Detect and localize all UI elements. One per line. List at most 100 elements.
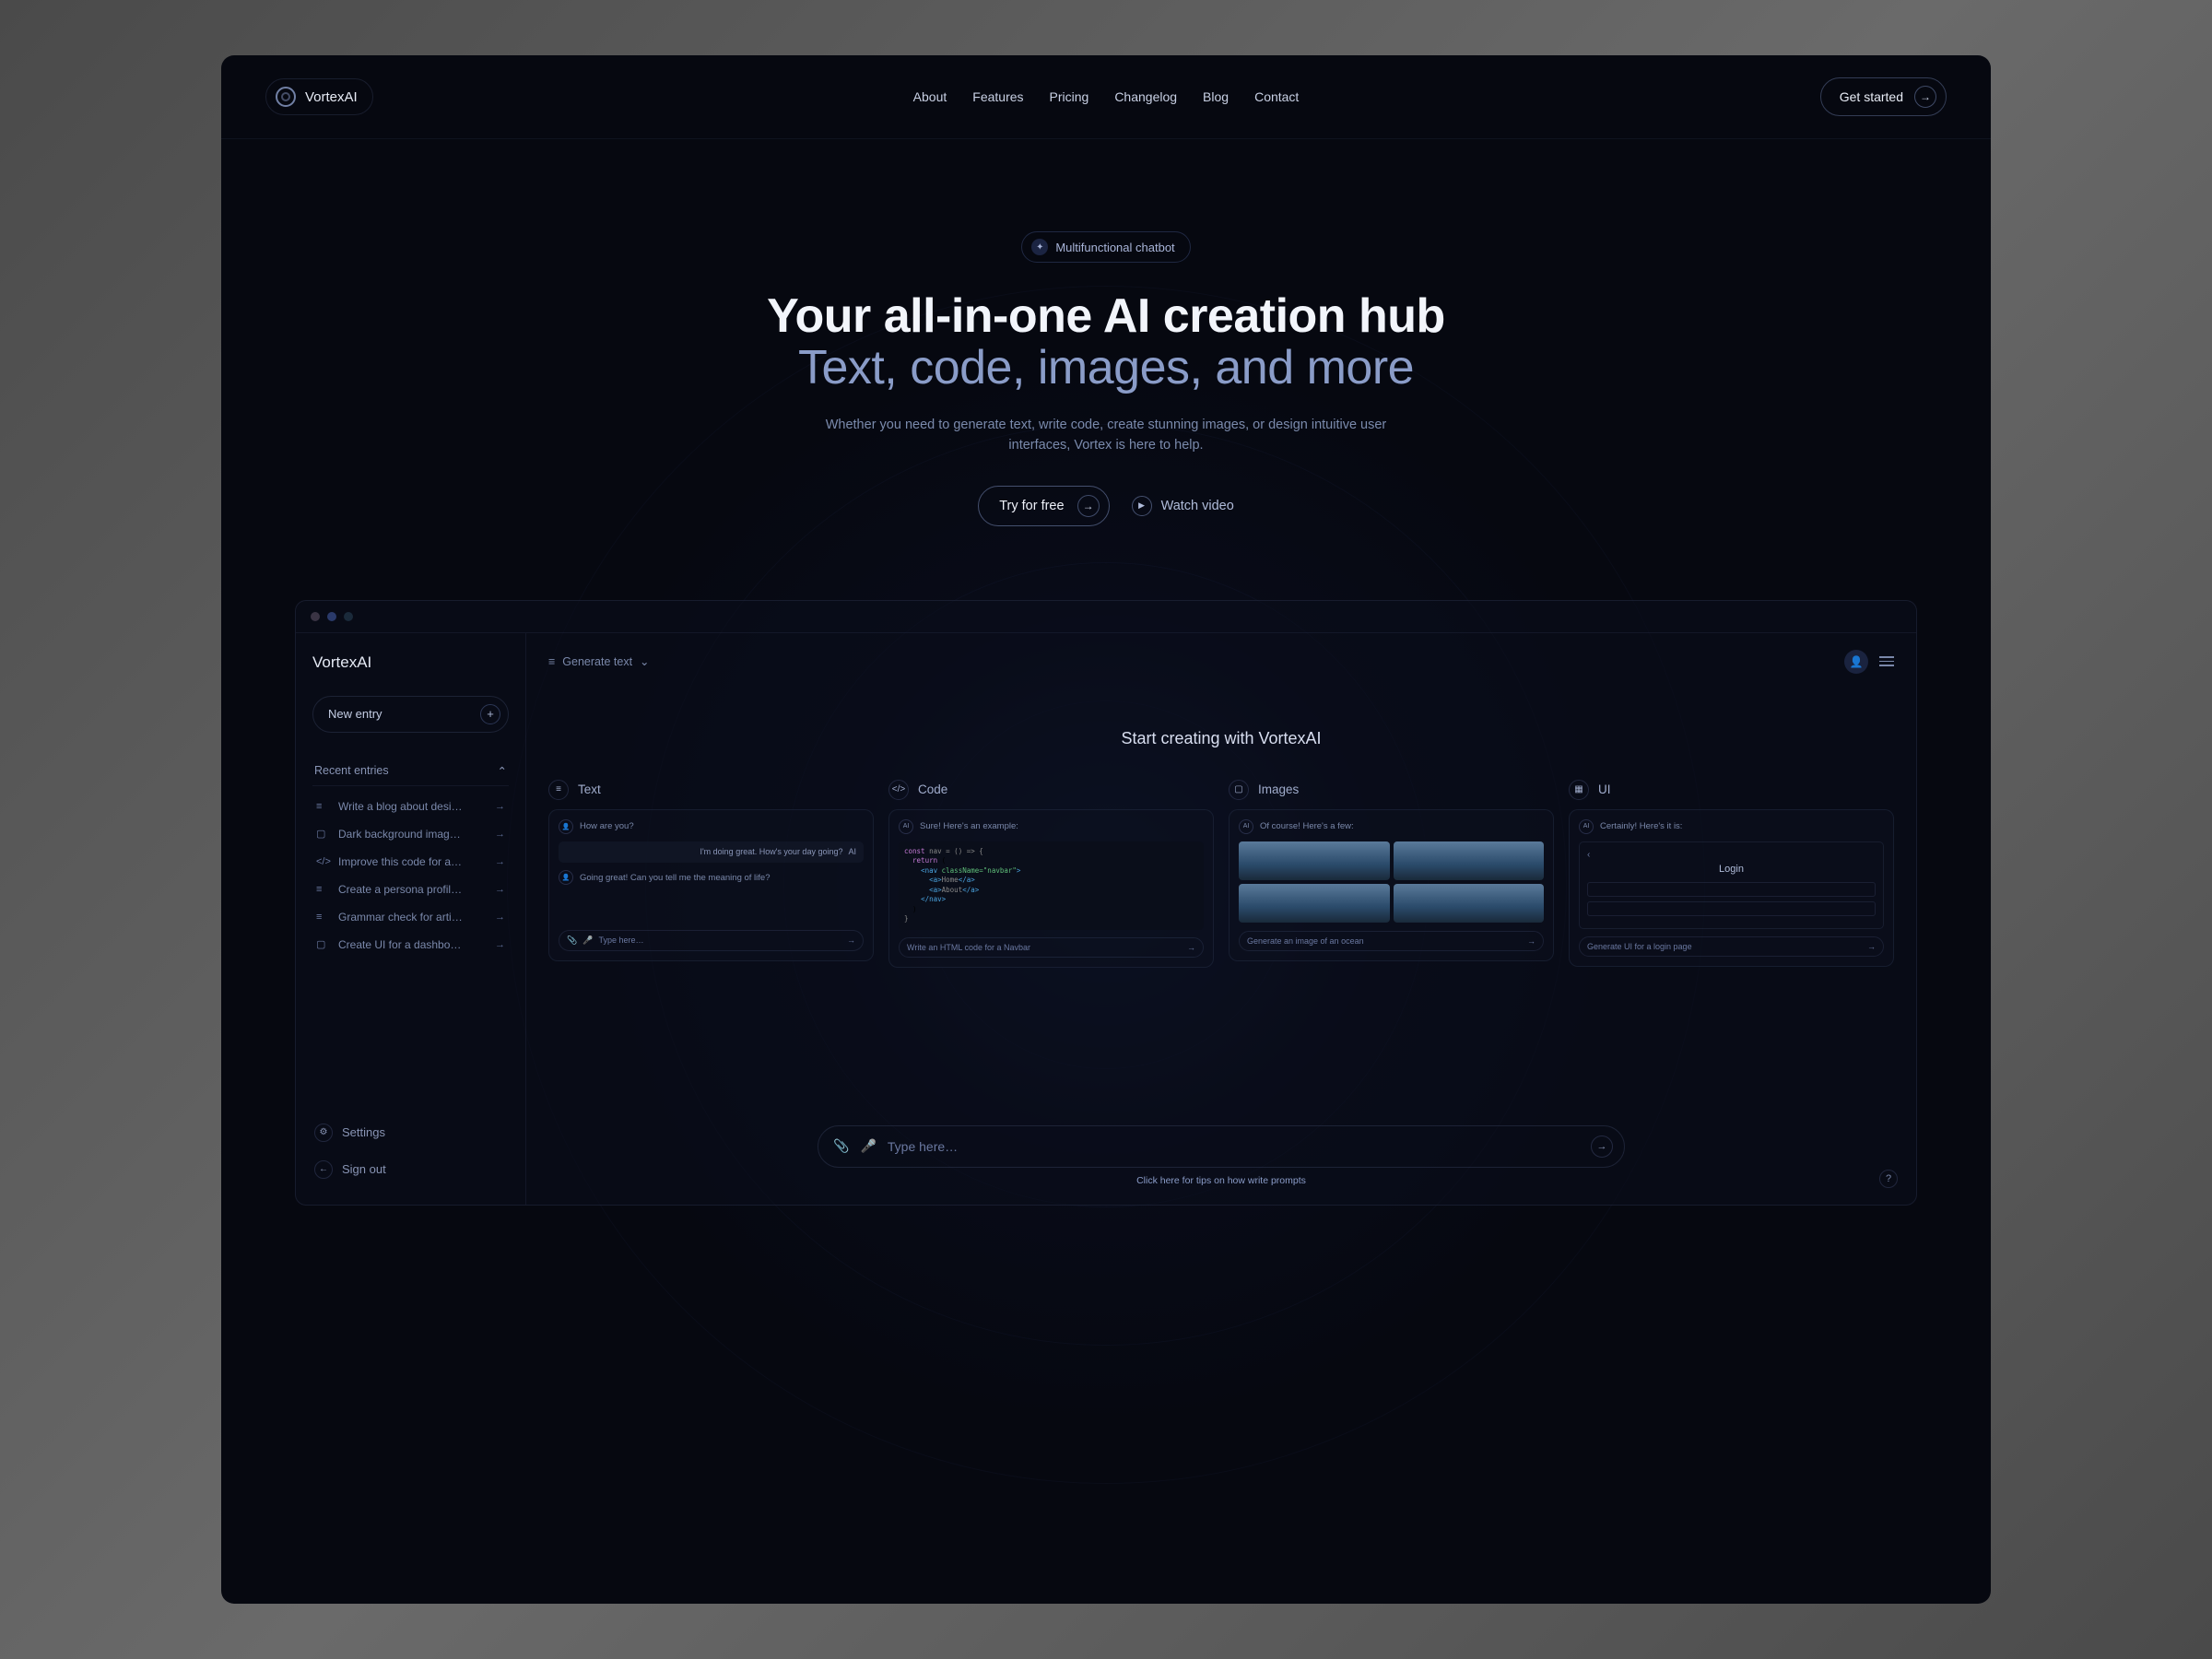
card-input[interactable]: Write an HTML code for a Navbar →: [899, 937, 1204, 958]
prompt-tip: Click here for tips on how write prompts: [548, 1175, 1894, 1186]
back-icon: ‹: [1587, 850, 1876, 860]
watch-video-label: Watch video: [1161, 499, 1234, 513]
try-for-free-button[interactable]: Try for free →: [978, 486, 1109, 526]
images-card[interactable]: AI Of course! Here's a few: Generate an: [1229, 809, 1554, 961]
nav-pricing[interactable]: Pricing: [1050, 89, 1089, 104]
arrow-right-icon: →: [847, 935, 855, 945]
main-panel: ≡ Generate text ⌄ 👤 Start creating with …: [526, 633, 1916, 1205]
code-icon: </>: [316, 856, 329, 867]
recent-entries-label: Recent entries: [314, 764, 389, 777]
main-topbar: ≡ Generate text ⌄ 👤: [548, 650, 1894, 674]
card-input[interactable]: Generate an image of an ocean →: [1239, 931, 1544, 951]
arrow-right-icon: →: [1527, 936, 1535, 946]
entry-item[interactable]: </> Improve this code for a… →: [312, 849, 509, 875]
card-input[interactable]: Generate UI for a login page →: [1579, 936, 1884, 957]
hero-title: Your all-in-one AI creation hub: [258, 288, 1954, 344]
code-card[interactable]: AI Sure! Here's an example: const nav = …: [888, 809, 1214, 968]
mode-label: Generate text: [562, 655, 632, 668]
nav-changelog[interactable]: Changelog: [1114, 89, 1177, 104]
menu-icon[interactable]: [1879, 656, 1894, 666]
brand-badge[interactable]: VortexAI: [265, 78, 373, 115]
arrow-right-icon: →: [1914, 86, 1936, 108]
image-thumb: [1239, 884, 1390, 923]
placeholder: Generate UI for a login page: [1587, 942, 1692, 951]
chat-msg: AI Sure! Here's an example:: [899, 819, 1204, 834]
recent-entries-list: ≡ Write a blog about desi… → ▢ Dark back…: [312, 794, 509, 958]
msg-text: How are you?: [580, 821, 634, 831]
msg-text: I'm doing great. How's your day going?: [700, 847, 842, 858]
mode-selector[interactable]: ≡ Generate text ⌄: [548, 654, 650, 668]
image-thumb: [1239, 841, 1390, 880]
help-button[interactable]: ?: [1879, 1170, 1898, 1188]
image-icon: ▢: [316, 828, 329, 840]
nav-features[interactable]: Features: [972, 89, 1023, 104]
get-started-button[interactable]: Get started →: [1820, 77, 1947, 116]
msg-text: Going great! Can you tell me the meaning…: [580, 873, 770, 883]
mic-icon: 🎤: [860, 1138, 876, 1154]
hero-badge-text: Multifunctional chatbot: [1055, 241, 1174, 254]
settings-button[interactable]: ⚙ Settings: [312, 1118, 509, 1147]
arrow-right-icon: →: [1077, 495, 1100, 517]
code-preview: const nav = () => { return ( <nav classN…: [899, 841, 1204, 930]
field-preview: [1587, 901, 1876, 916]
entry-item[interactable]: ▢ Create UI for a dashbo… →: [312, 932, 509, 958]
entry-label: Dark background imag…: [338, 828, 486, 841]
arrow-right-icon: →: [1867, 942, 1876, 951]
card-title: Images: [1258, 782, 1299, 796]
plus-icon: +: [480, 704, 500, 724]
msg-text: Sure! Here's an example:: [920, 821, 1018, 831]
login-title: Login: [1587, 864, 1876, 875]
text-card[interactable]: 👤 How are you? I'm doing great. How's yo…: [548, 809, 874, 961]
recent-entries-header[interactable]: Recent entries ⌃: [312, 757, 509, 786]
user-avatar-icon: 👤: [559, 870, 573, 885]
arrow-right-icon: →: [1187, 943, 1195, 952]
signout-button[interactable]: ← Sign out: [312, 1155, 509, 1184]
settings-label: Settings: [342, 1125, 385, 1139]
attach-icon: 📎: [567, 935, 577, 946]
entry-item[interactable]: ≡ Write a blog about desi… →: [312, 794, 509, 819]
user-avatar[interactable]: 👤: [1844, 650, 1868, 674]
entry-item[interactable]: ≡ Grammar check for arti… →: [312, 904, 509, 930]
text-icon: ≡: [316, 801, 329, 812]
tip-link[interactable]: here: [1160, 1175, 1180, 1186]
ai-avatar-icon: AI: [848, 847, 856, 858]
send-button[interactable]: →: [1591, 1135, 1613, 1158]
text-icon: ≡: [316, 884, 329, 895]
composer-input[interactable]: 📎 🎤 Type here… →: [818, 1125, 1625, 1168]
window-dot-close: [311, 612, 320, 621]
msg-text: Of course! Here's a few:: [1260, 821, 1354, 831]
get-started-label: Get started: [1840, 89, 1903, 104]
nav-contact[interactable]: Contact: [1254, 89, 1299, 104]
image-thumb: [1394, 841, 1545, 880]
card-input[interactable]: 📎 🎤 Type here… →: [559, 930, 864, 951]
layout-icon: ▦: [1569, 780, 1589, 800]
nav-blog[interactable]: Blog: [1203, 89, 1229, 104]
signout-icon: ←: [314, 1160, 333, 1179]
starter-cards: ≡ Text 👤 How are you? I'm doing great. H…: [548, 780, 1894, 968]
hero-actions: Try for free → ▶ Watch video: [258, 486, 1954, 526]
nav-about[interactable]: About: [913, 89, 947, 104]
chat-msg: 👤 How are you?: [559, 819, 864, 834]
window-dot-min: [327, 612, 336, 621]
window-chrome: [296, 601, 1916, 633]
hero-badge: ✦ Multifunctional chatbot: [1021, 231, 1190, 263]
entry-item[interactable]: ▢ Dark background imag… →: [312, 821, 509, 847]
arrow-right-icon: →: [495, 912, 505, 923]
text-icon: ≡: [316, 912, 329, 923]
image-icon: ▢: [1229, 780, 1249, 800]
ui-card[interactable]: AI Certainly! Here's it is: ‹ Login Gene…: [1569, 809, 1894, 967]
chevron-down-icon: ⌄: [640, 654, 649, 668]
ai-avatar-icon: AI: [899, 819, 913, 834]
placeholder: Generate an image of an ocean: [1247, 936, 1364, 946]
ai-avatar-icon: AI: [1239, 819, 1253, 834]
brand-logo-icon: [276, 87, 296, 107]
entry-item[interactable]: ≡ Create a persona profil… →: [312, 877, 509, 902]
new-entry-button[interactable]: New entry +: [312, 696, 509, 733]
card-header-images: ▢ Images: [1229, 780, 1554, 800]
arrow-right-icon: →: [495, 801, 505, 812]
window-dot-max: [344, 612, 353, 621]
chat-msg: AI Of course! Here's a few:: [1239, 819, 1544, 834]
composer-placeholder: Type here…: [888, 1139, 958, 1154]
watch-video-button[interactable]: ▶ Watch video: [1132, 496, 1234, 516]
card-title: Text: [578, 782, 601, 796]
